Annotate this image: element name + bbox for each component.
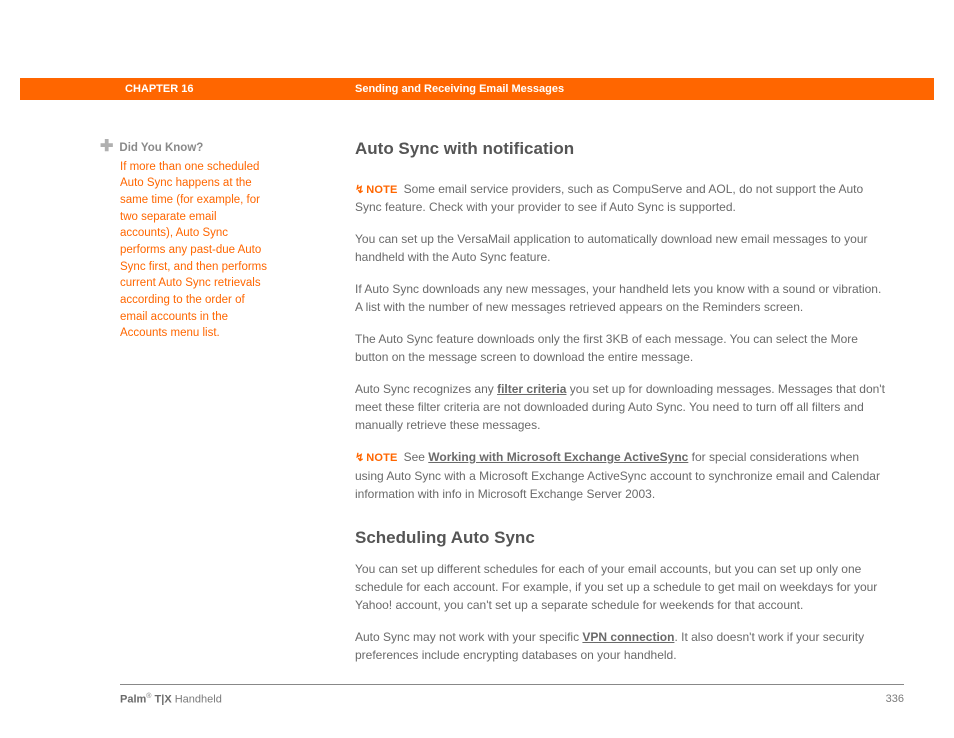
did-you-know-sidebar: ✚ Did You Know? If more than one schedul… bbox=[100, 140, 270, 342]
did-you-know-header: ✚ Did You Know? bbox=[100, 140, 270, 157]
chapter-title: Sending and Receiving Email Messages bbox=[355, 83, 564, 95]
section-heading-auto-sync-notification: Auto Sync with notification bbox=[355, 136, 890, 162]
note-paragraph-1: ↯NOTESome email service providers, such … bbox=[355, 180, 890, 217]
main-content: Auto Sync with notification ↯NOTESome em… bbox=[355, 136, 890, 678]
plus-icon: ✚ bbox=[100, 139, 113, 155]
note-label: NOTE bbox=[366, 184, 397, 196]
page-footer: Palm® T|X Handheld 336 bbox=[120, 693, 904, 706]
paragraph-schedules: You can set up different schedules for e… bbox=[355, 560, 890, 614]
note-icon: ↯ bbox=[355, 450, 364, 467]
did-you-know-title: Did You Know? bbox=[119, 140, 203, 157]
footer-brand: Palm® T|X Handheld bbox=[120, 693, 222, 706]
text-before-vpn-link: Auto Sync may not work with your specifi… bbox=[355, 630, 582, 644]
note-1-text: Some email service providers, such as Co… bbox=[355, 182, 863, 215]
text-before-filter-link: Auto Sync recognizes any bbox=[355, 382, 497, 396]
vpn-connection-link[interactable]: VPN connection bbox=[582, 630, 674, 644]
activesync-link[interactable]: Working with Microsoft Exchange ActiveSy… bbox=[428, 450, 688, 464]
footer-rule bbox=[120, 684, 904, 685]
did-you-know-body: If more than one scheduled Auto Sync hap… bbox=[120, 159, 270, 342]
chapter-number: CHAPTER 16 bbox=[125, 83, 193, 95]
footer-tail: Handheld bbox=[175, 694, 222, 706]
document-page: CHAPTER 16 Sending and Receiving Email M… bbox=[0, 0, 954, 738]
paragraph-download-alert: If Auto Sync downloads any new messages,… bbox=[355, 280, 890, 316]
paragraph-setup: You can set up the VersaMail application… bbox=[355, 230, 890, 266]
filter-criteria-link[interactable]: filter criteria bbox=[497, 382, 566, 396]
note-icon: ↯ bbox=[355, 182, 364, 199]
section-heading-scheduling-auto-sync: Scheduling Auto Sync bbox=[355, 525, 890, 551]
note-2-before-link: See bbox=[404, 450, 429, 464]
page-number: 336 bbox=[886, 693, 904, 706]
paragraph-vpn: Auto Sync may not work with your specifi… bbox=[355, 628, 890, 664]
paragraph-3kb: The Auto Sync feature downloads only the… bbox=[355, 330, 890, 366]
footer-brand-name: Palm bbox=[120, 694, 146, 706]
chapter-header-bar: CHAPTER 16 Sending and Receiving Email M… bbox=[20, 78, 934, 100]
note-label: NOTE bbox=[366, 452, 397, 464]
footer-model: T|X bbox=[151, 694, 174, 706]
note-paragraph-2: ↯NOTE See Working with Microsoft Exchange… bbox=[355, 448, 890, 503]
paragraph-filter-criteria: Auto Sync recognizes any filter criteria… bbox=[355, 380, 890, 434]
